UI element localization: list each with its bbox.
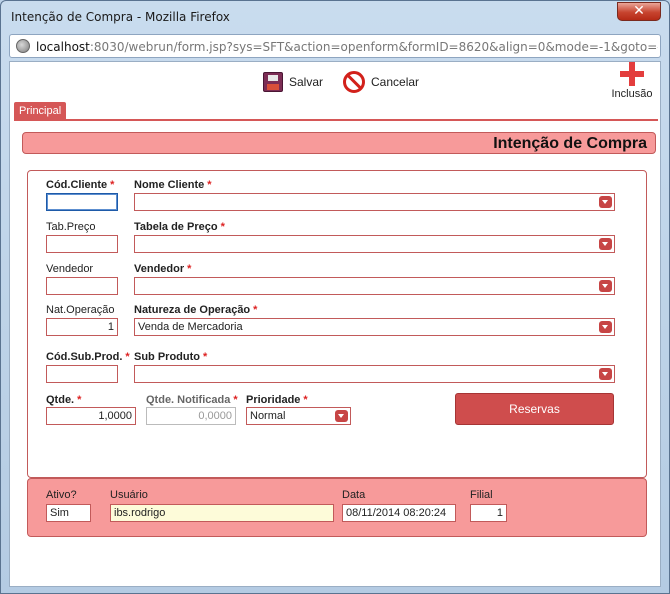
ativo-input[interactable]: Sim (46, 504, 91, 522)
main-form-panel: Cód.Cliente * Nome Cliente * Tab.Preço Tab… (27, 170, 647, 478)
address-bar[interactable]: localhost:8030/webrun/form.jsp?sys=SFT&a… (9, 34, 661, 58)
chevron-down-icon[interactable] (599, 368, 612, 380)
chevron-down-icon[interactable] (599, 238, 612, 250)
add-record-label: Inclusão (611, 88, 653, 100)
url-path: :8030/webrun/form.jsp?sys=SFT&action=ope… (89, 40, 658, 54)
audit-footer-panel: Ativo? Sim Usuário ibs.rodrigo Data 08/1… (27, 478, 647, 537)
cancel-circle-icon (343, 71, 365, 93)
url-text[interactable]: localhost:8030/webrun/form.jsp?sys=SFT&a… (36, 40, 658, 54)
tab-preco-label: Tab.Preço (46, 221, 96, 233)
sub-produto-select[interactable] (134, 365, 615, 383)
sub-produto-label: Sub Produto * (134, 351, 208, 363)
qtde-label: Qtde. * (46, 394, 82, 406)
tab-underline (14, 119, 658, 121)
filial-input[interactable]: 1 (470, 504, 507, 522)
tab-principal[interactable]: Principal (14, 102, 67, 120)
cod-sub-prod-input[interactable] (46, 365, 118, 383)
qtde-input[interactable]: 1,0000 (46, 407, 136, 425)
prioridade-select[interactable]: Normal (246, 407, 351, 425)
nat-operacao-label: Nat.Operação (46, 304, 115, 316)
reservas-button[interactable]: Reservas (455, 393, 614, 425)
chevron-down-icon[interactable] (599, 280, 612, 292)
cod-sub-prod-label: Cód.Sub.Prod. * (46, 351, 130, 363)
page-title: Intenção de Compra (493, 135, 647, 152)
vendedor-select[interactable] (134, 277, 615, 295)
qtde-notificada-label: Qtde. Notificada * (146, 394, 238, 406)
cancel-button[interactable]: Cancelar (343, 70, 419, 94)
window-close-button[interactable]: ✕ (617, 2, 661, 21)
natureza-operacao-label: Natureza de Operação * (134, 304, 258, 316)
ativo-label: Ativo? (46, 489, 77, 501)
filial-label: Filial (470, 489, 493, 501)
natureza-operacao-select[interactable]: Venda de Mercadoria (134, 318, 615, 336)
cancel-label: Cancelar (371, 75, 420, 89)
tab-preco-input[interactable] (46, 235, 118, 253)
nome-cliente-select[interactable] (134, 193, 615, 211)
data-label: Data (342, 489, 366, 501)
chevron-down-icon[interactable] (599, 196, 612, 208)
usuario-input[interactable]: ibs.rodrigo (110, 504, 334, 522)
qtde-notificada-input: 0,0000 (146, 407, 236, 425)
add-record-button[interactable]: Inclusão (610, 62, 654, 102)
data-input[interactable]: 08/11/2014 08:20:24 (342, 504, 456, 522)
browser-window: Intenção de Compra - Mozilla Firefox ✕ l… (0, 0, 670, 594)
usuario-label: Usuário (110, 489, 148, 501)
plus-icon (620, 62, 644, 86)
vendedor-label: Vendedor * (134, 263, 192, 275)
form-header: Intenção de Compra (22, 132, 656, 154)
tabela-preco-select[interactable] (134, 235, 615, 253)
page-content: Salvar Cancelar Inclusão Principal Inten… (9, 61, 661, 587)
nat-operacao-input[interactable]: 1 (46, 318, 118, 336)
cod-cliente-input[interactable] (46, 193, 118, 211)
save-label: Salvar (289, 75, 324, 89)
chevron-down-icon[interactable] (335, 410, 348, 422)
vendedor-code-label: Vendedor (46, 263, 94, 275)
chevron-down-icon[interactable] (599, 321, 612, 333)
tabela-preco-label: Tabela de Preço * (134, 221, 225, 233)
site-identity-icon[interactable] (16, 39, 30, 53)
window-title: Intenção de Compra - Mozilla Firefox (11, 10, 230, 24)
prioridade-label: Prioridade * (246, 394, 308, 406)
title-bar: Intenção de Compra - Mozilla Firefox ✕ (1, 1, 669, 31)
save-button[interactable]: Salvar (263, 70, 323, 94)
cod-cliente-label: Cód.Cliente * (46, 179, 115, 191)
vendedor-code-input[interactable] (46, 277, 118, 295)
nome-cliente-label: Nome Cliente * (134, 179, 212, 191)
url-host: localhost (36, 40, 90, 54)
floppy-disk-icon (263, 72, 283, 92)
